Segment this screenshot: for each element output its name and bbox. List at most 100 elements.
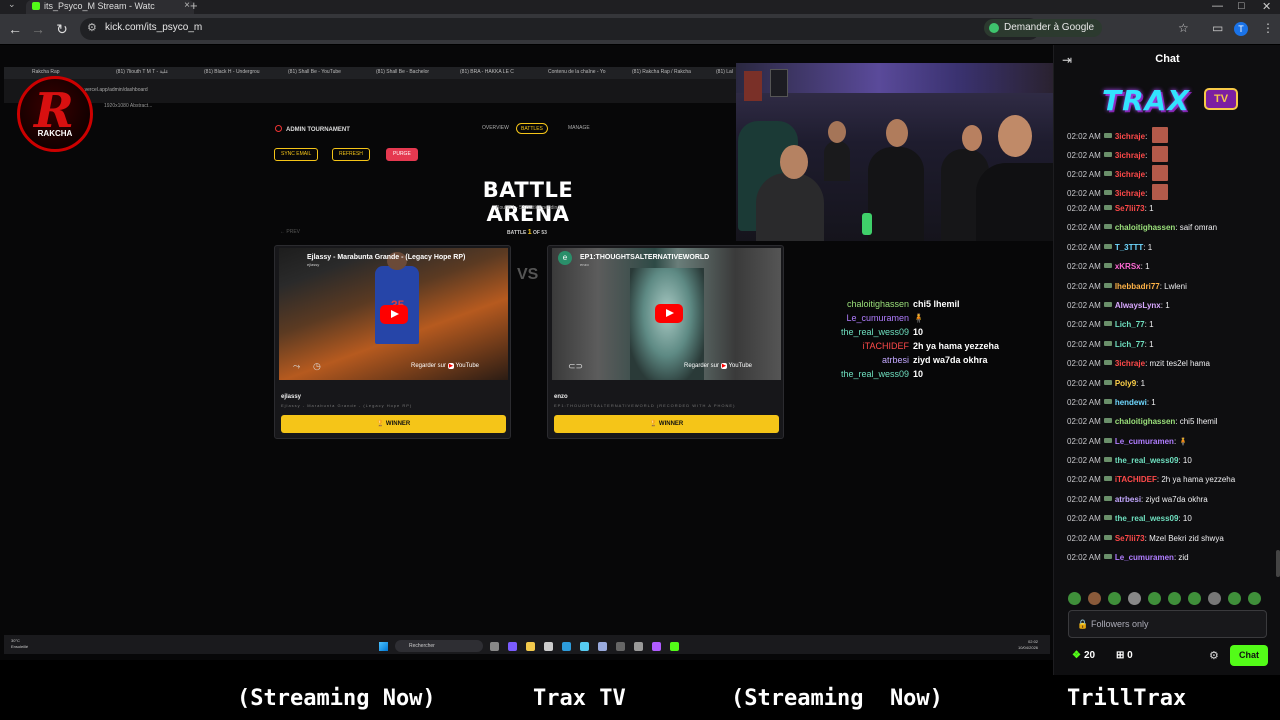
emote-icon[interactable] (1148, 592, 1161, 605)
chat-username[interactable]: Le_cumuramen (1115, 437, 1174, 446)
emote-icon[interactable] (1208, 592, 1221, 605)
chat-username[interactable]: hendewi (1115, 398, 1147, 407)
admin-title: ADMIN TOURNAMENT (275, 125, 350, 133)
chat-text: chi5 lhemil (1179, 417, 1218, 427)
chat-input-followers-only[interactable]: 🔒 Followers only (1068, 610, 1267, 638)
chat-timestamp: 02:02 AM (1067, 553, 1101, 563)
chat-text: 10 (1182, 514, 1192, 524)
overlay-message: ziyd wa7da okhra (913, 355, 988, 365)
captured-browser-tabs: Rakcha Rap (81) 7liouth T M T - علية (81… (4, 67, 736, 79)
send-chat-button[interactable]: Chat (1230, 645, 1268, 666)
battle-label: BATTLE (507, 230, 527, 236)
overlay-message: 🧍 (913, 313, 925, 323)
chat-text: 1 (1151, 397, 1156, 407)
emote-icon (1151, 165, 1168, 181)
purge-button: PURGE (386, 148, 418, 161)
chat-username[interactable]: Se7lii73 (1115, 204, 1145, 213)
emote-icon[interactable] (1108, 592, 1121, 605)
browser-tab-active[interactable]: its_Psyco_M Stream - Watc × (26, 0, 194, 14)
forward-icon[interactable]: → (29, 20, 47, 38)
minimize-icon[interactable]: — (1212, 0, 1223, 12)
clock-date: 10/04/2026 (1018, 645, 1039, 650)
browser-menu-icon[interactable]: ⋮ (1262, 21, 1274, 35)
emote-icon (1151, 184, 1168, 200)
chat-username[interactable]: chaloitighassen (1115, 223, 1175, 232)
overlay-chat-row: atrbesi ziyd wa7da okhra (830, 353, 1030, 367)
badge-icon (1103, 418, 1112, 424)
chat-username[interactable]: atrbesi (1115, 495, 1141, 504)
emote-icon[interactable] (1188, 592, 1201, 605)
chat-text: 1 (1145, 262, 1150, 272)
chat-scrollbar[interactable] (1276, 550, 1280, 577)
stream-player[interactable]: Rakcha Rap (81) 7liouth T M T - علية (81… (0, 45, 1053, 660)
youtube-embed-2: e EP1:THOUGHTSALTERNATIVEWORLD enzo Rega… (552, 248, 781, 380)
chat-message-list[interactable]: 02:02 AM 3ichraje: 02:02 AM 3ichraje: 02:0… (1067, 127, 1277, 571)
extensions-icon[interactable]: ▭ (1212, 21, 1223, 35)
back-icon[interactable]: ← (6, 20, 24, 38)
emote-icon[interactable] (1128, 592, 1141, 605)
contestant-card-2: e EP1:THOUGHTSALTERNATIVEWORLD enzo Rega… (547, 245, 784, 439)
emote-icon[interactable] (1068, 592, 1081, 605)
close-window-icon[interactable]: ✕ (1262, 0, 1271, 13)
chat-username[interactable]: xKRSx (1115, 262, 1141, 271)
badge-icon (1103, 495, 1112, 501)
youtube-play-icon (380, 305, 408, 324)
chat-username[interactable]: iTACHIDEF (1115, 475, 1157, 484)
overlay-chat-row: iTACHIDEF 2h ya hama yezzeha (830, 339, 1030, 353)
address-bar[interactable]: ⚙ kick.com/its_psyco_m (80, 18, 1040, 40)
captured-tab: (81) Shall Be - Bachelor (376, 69, 430, 75)
ticker-item: (Streaming Now) (731, 686, 943, 711)
chat-username[interactable]: AlwaysLynx (1115, 301, 1161, 310)
ask-google-button[interactable]: Demander à Google (984, 19, 1103, 37)
tab-search-icon[interactable]: ⌄ (8, 0, 16, 10)
chat-username[interactable]: 3ichraje (1115, 189, 1145, 198)
chat-username[interactable]: 3ichraje (1115, 359, 1145, 368)
chat-username[interactable]: chaloitighassen (1115, 417, 1175, 426)
reload-icon[interactable]: ↻ (53, 20, 71, 38)
kick-favicon-icon (32, 2, 40, 10)
chat-username[interactable]: Lich_77 (1115, 320, 1145, 329)
emote-icon[interactable] (1248, 592, 1261, 605)
emote-icon[interactable] (1168, 592, 1181, 605)
taskbar-search: Rechercher (395, 640, 483, 652)
battle-title: BATTLE ARENA (482, 178, 574, 226)
channel-points[interactable]: ❖ 20 (1072, 650, 1095, 661)
chat-username[interactable]: Le_cumuramen (1115, 553, 1174, 562)
chat-username[interactable]: the_real_wess09 (1115, 514, 1179, 523)
watch-on-youtube: Regarder sur ▶ YouTube (411, 363, 479, 369)
battle-total: OF 53 (533, 230, 547, 236)
chat-username[interactable]: T_3TTT (1115, 243, 1143, 252)
maximize-icon[interactable]: □ (1238, 0, 1245, 12)
chat-message: 02:02 AM lhebbadri77: Lwleni (1067, 281, 1277, 292)
chat-username[interactable]: 3ichraje (1115, 151, 1145, 160)
chat-timestamp: 02:02 AM (1067, 300, 1101, 310)
youtube-embed-1: 35 Ejlassy - Marabunta Grande - (Legacy … (279, 248, 508, 380)
chat-username[interactable]: Lich_77 (1115, 340, 1145, 349)
chat-username[interactable]: 3ichraje (1115, 132, 1145, 141)
bookmark-star-icon[interactable]: ☆ (1178, 21, 1189, 35)
ticker-item: Trax TV (533, 686, 626, 711)
profile-avatar[interactable]: T (1234, 22, 1248, 36)
chat-username[interactable]: 3ichraje (1115, 170, 1145, 179)
site-info-icon[interactable]: ⚙ (87, 21, 97, 34)
chat-username[interactable]: Poly9 (1115, 379, 1136, 388)
app-icon (652, 642, 661, 651)
emote-icon[interactable] (1228, 592, 1241, 605)
emote-icon[interactable] (1088, 592, 1101, 605)
overlay-message: 10 (913, 327, 924, 337)
ticker-item: (Streaming Now) (237, 686, 436, 711)
chat-username[interactable]: lhebbadri77 (1115, 282, 1160, 291)
new-tab-icon[interactable]: + (190, 0, 198, 13)
battle-counter: BATTLE 1 OF 53 (507, 229, 547, 236)
chat-message: 02:02 AM chaloitighassen: chi5 lhemil (1067, 416, 1277, 427)
chat-username[interactable]: Se7lii73 (1115, 534, 1145, 543)
chat-timestamp: 02:02 AM (1067, 170, 1101, 179)
chat-username[interactable]: the_real_wess09 (1115, 456, 1179, 465)
chat-timestamp: 02:02 AM (1067, 436, 1101, 446)
badge-icon (1103, 263, 1112, 269)
chat-settings-icon[interactable]: ⚙ (1209, 649, 1219, 662)
chat-text: 1 (1165, 300, 1170, 310)
viewers-value: 0 (1127, 650, 1133, 661)
youtube-logo-icon: ▶ (448, 363, 454, 369)
chat-timestamp: 02:02 AM (1067, 475, 1101, 485)
